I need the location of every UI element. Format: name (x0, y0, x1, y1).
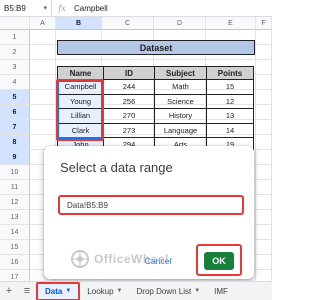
header-points: Points (206, 66, 254, 80)
row-header[interactable]: 1 (0, 30, 30, 45)
sheet-tab-data[interactable]: Data ▼ (36, 281, 81, 300)
table-cell[interactable]: 12 (206, 94, 254, 109)
chevron-down-icon[interactable]: ▼ (65, 288, 71, 294)
sheet-tab-bar: + ≡ Data ▼ Lookup ▼ Drop Down List ▼ IMF (0, 281, 272, 300)
name-box[interactable]: B5:B9 ▾ (0, 0, 52, 17)
grid-cell[interactable] (256, 120, 272, 135)
grid-cell[interactable] (256, 45, 272, 60)
grid-cell[interactable] (256, 210, 272, 225)
formula-bar: B5:B9 ▾ fx Campbell (0, 0, 272, 17)
column-header[interactable]: E (206, 17, 256, 30)
highlight-box-ok: OK (196, 244, 242, 276)
table-cell[interactable]: 13 (206, 109, 254, 124)
row-header[interactable]: 7 (0, 120, 30, 135)
column-header[interactable]: A (30, 17, 56, 30)
grid-cell[interactable] (256, 105, 272, 120)
grid-cell[interactable] (256, 180, 272, 195)
column-header-row: A B C D E F (0, 17, 272, 30)
row-header[interactable]: 16 (0, 255, 30, 270)
row-header[interactable]: 4 (0, 75, 30, 90)
row-header[interactable]: 6 (0, 105, 30, 120)
formula-input[interactable]: Campbell (72, 4, 108, 13)
grid-cell[interactable] (256, 195, 272, 210)
dataset-title: Dataset (57, 40, 255, 55)
grid-cell[interactable] (256, 135, 272, 150)
row-header[interactable]: 5 (0, 90, 30, 105)
table-cell[interactable]: History (154, 109, 207, 124)
row-header[interactable]: 14 (0, 225, 30, 240)
chevron-down-icon[interactable]: ▼ (117, 288, 123, 294)
table-cell[interactable]: 273 (103, 123, 155, 138)
ok-button[interactable]: OK (204, 252, 234, 270)
grid-cell[interactable] (30, 90, 56, 105)
dialog-title: Select a data range (60, 160, 173, 175)
highlight-box-names (56, 79, 104, 141)
grid-cell[interactable] (30, 105, 56, 120)
watermark-text: OfficeWheel (94, 252, 169, 266)
grid-cell[interactable] (30, 120, 56, 135)
header-subject: Subject (154, 66, 207, 80)
grid-cell[interactable] (256, 240, 272, 255)
fx-icon: fx (58, 3, 66, 13)
sheet-tab-label: Drop Down List (136, 286, 192, 296)
row-header[interactable]: 2 (0, 45, 30, 60)
column-header[interactable]: D (154, 17, 206, 30)
sheet-tab-drop-down-list[interactable]: Drop Down List ▼ (130, 282, 208, 300)
grid-cell[interactable] (30, 75, 56, 90)
row-header[interactable]: 3 (0, 60, 30, 75)
grid-cell[interactable] (256, 150, 272, 165)
table-header: Name ID Subject Points (57, 66, 254, 80)
officewheel-logo-icon (71, 250, 89, 268)
grid-cell[interactable] (30, 30, 56, 45)
chevron-down-icon[interactable]: ▼ (194, 288, 200, 294)
row-header[interactable]: 12 (0, 195, 30, 210)
row-header[interactable]: 8 (0, 135, 30, 150)
row-header[interactable]: 10 (0, 165, 30, 180)
sheet-tab-label: Lookup (87, 286, 114, 296)
header-id: ID (103, 66, 155, 80)
grid-cell[interactable] (256, 30, 272, 45)
table-cell[interactable]: 256 (103, 94, 155, 109)
row-header[interactable]: 15 (0, 240, 30, 255)
grid-cell[interactable] (256, 75, 272, 90)
officewheel-watermark: OfficeWheel (70, 249, 169, 269)
grid-cell[interactable] (30, 45, 56, 60)
row-header[interactable]: 11 (0, 180, 30, 195)
table-cell[interactable]: Language (154, 123, 207, 138)
table-cell[interactable]: 244 (103, 80, 155, 95)
sheet-tab-imf[interactable]: IMF (207, 282, 235, 300)
table-cell[interactable]: 14 (206, 123, 254, 138)
grid-cell[interactable] (256, 165, 272, 180)
sheet-tab-label: Data (45, 286, 63, 296)
column-header[interactable]: F (256, 17, 272, 30)
header-name: Name (57, 66, 104, 80)
all-sheets-menu-icon[interactable]: ≡ (18, 282, 36, 300)
grid-cell[interactable] (30, 60, 56, 75)
row-header[interactable]: 13 (0, 210, 30, 225)
name-box-value: B5:B9 (4, 3, 26, 13)
table-cell[interactable]: 270 (103, 109, 155, 124)
sheet-tab-lookup[interactable]: Lookup ▼ (80, 282, 129, 300)
data-range-input[interactable]: Data!B5:B9 (58, 195, 244, 215)
table-cell[interactable]: Math (154, 80, 207, 95)
table-cell[interactable]: Science (154, 94, 207, 109)
grid-cell[interactable] (256, 60, 272, 75)
select-all-corner[interactable] (0, 17, 30, 30)
grid-cell[interactable] (256, 225, 272, 240)
table-cell[interactable]: 15 (206, 80, 254, 95)
grid-cell[interactable] (256, 255, 272, 270)
column-header[interactable]: C (102, 17, 154, 30)
sheet-tab-label: IMF (214, 286, 228, 296)
add-sheet-icon[interactable]: + (0, 282, 18, 300)
column-header[interactable]: B (56, 17, 102, 30)
chevron-down-icon[interactable]: ▾ (43, 4, 47, 12)
grid-cell[interactable] (256, 90, 272, 105)
row-header[interactable]: 9 (0, 150, 30, 165)
